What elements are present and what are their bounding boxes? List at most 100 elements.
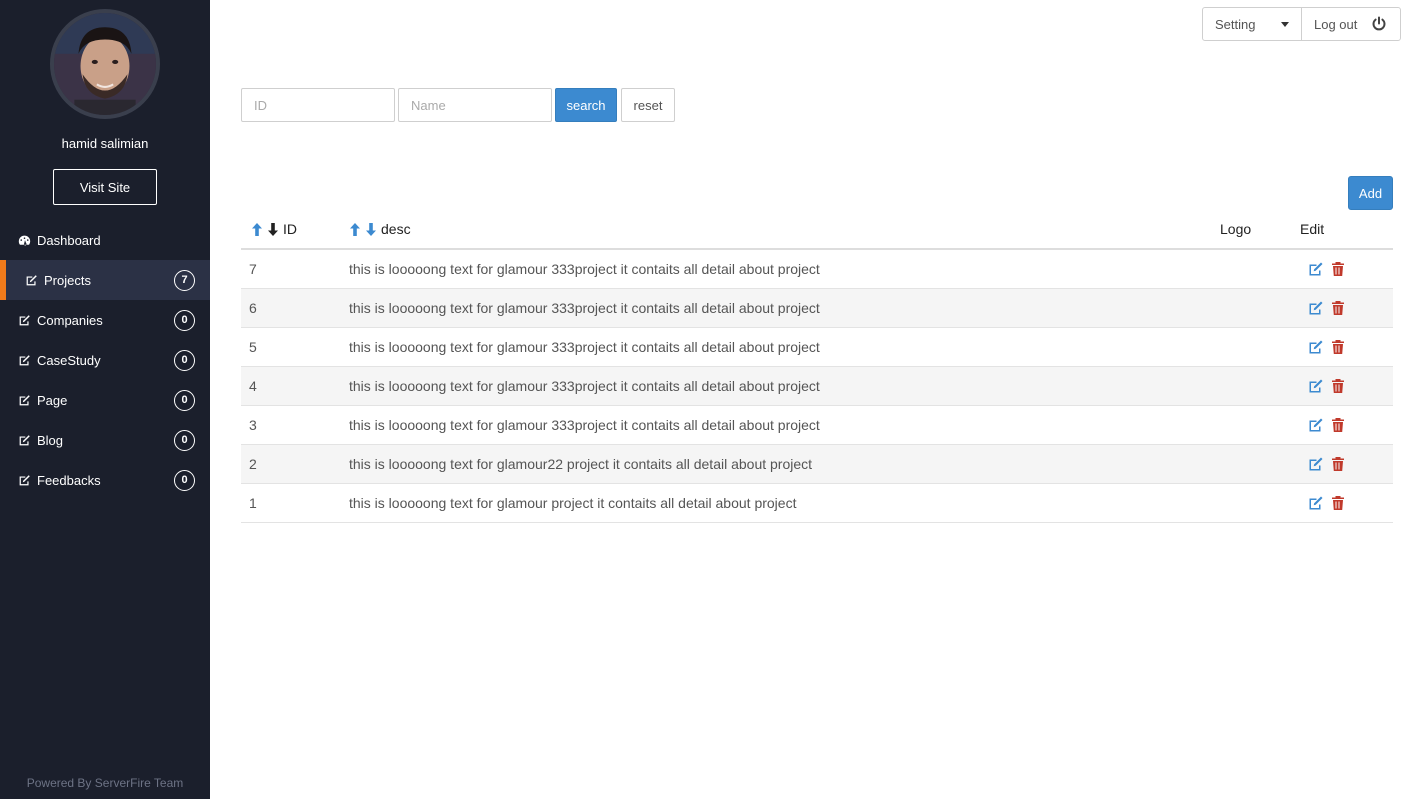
row-desc: this is looooong text for glamour 333pro… [349, 261, 820, 277]
table-row: 3 this is looooong text for glamour 333p… [241, 406, 1393, 445]
sidebar-item-dashboard[interactable]: Dashboard [0, 220, 210, 260]
edit-icon [17, 353, 31, 367]
sidebar-item-feedbacks[interactable]: Feedbacks 0 [0, 460, 210, 500]
sidebar-item-blog[interactable]: Blog 0 [0, 420, 210, 460]
table-row: 4 this is looooong text for glamour 333p… [241, 367, 1393, 406]
add-button[interactable]: Add [1348, 176, 1393, 210]
sidebar-nav: Dashboard Projects 7 Companies 0 CaseStu… [0, 220, 210, 500]
row-desc: this is looooong text for glamour 333pro… [349, 378, 820, 394]
trash-icon[interactable] [1330, 339, 1346, 355]
name-search-input[interactable] [398, 88, 552, 122]
trash-icon[interactable] [1330, 417, 1346, 433]
trash-icon[interactable] [1330, 456, 1346, 472]
logout-button[interactable]: Log out [1302, 8, 1400, 40]
row-actions [1308, 261, 1393, 277]
count-badge: 0 [174, 309, 195, 331]
search-form: search reset [241, 88, 675, 122]
logout-label: Log out [1314, 16, 1358, 32]
row-id: 1 [249, 495, 257, 511]
count-badge: 0 [174, 389, 195, 411]
trash-icon[interactable] [1330, 495, 1346, 511]
edit-icon [17, 473, 31, 487]
sidebar-item-label: CaseStudy [37, 352, 101, 368]
table-row: 5 this is looooong text for glamour 333p… [241, 328, 1393, 367]
count-badge: 0 [174, 469, 195, 491]
sort-down-icon[interactable] [267, 222, 279, 237]
table-row: 1 this is looooong text for glamour proj… [241, 484, 1393, 523]
sort-down-icon[interactable] [365, 222, 377, 237]
row-id: 2 [249, 456, 257, 472]
setting-label: Setting [1215, 16, 1256, 32]
sort-up-icon[interactable] [251, 222, 263, 237]
trash-icon[interactable] [1330, 300, 1346, 316]
row-desc: this is looooong text for glamour projec… [349, 495, 797, 511]
sidebar: hamid salimian Visit Site Dashboard Proj… [0, 0, 210, 799]
id-header-label: ID [283, 221, 297, 237]
edit-column-header: Edit [1300, 221, 1325, 237]
username: hamid salimian [61, 136, 149, 151]
edit-icon[interactable] [1308, 339, 1324, 355]
table-row: 6 this is looooong text for glamour 333p… [241, 289, 1393, 328]
table-row: 2 this is looooong text for glamour22 pr… [241, 445, 1393, 484]
sidebar-item-companies[interactable]: Companies 0 [0, 300, 210, 340]
caret-down-icon [1281, 22, 1289, 27]
avatar[interactable] [50, 9, 160, 119]
logo-column-header: Logo [1220, 221, 1252, 237]
sort-up-icon[interactable] [349, 222, 361, 237]
row-desc: this is looooong text for glamour 333pro… [349, 300, 820, 316]
topbar: Setting Log out [1202, 7, 1401, 41]
trash-icon[interactable] [1330, 261, 1346, 277]
row-id: 4 [249, 378, 257, 394]
edit-icon [17, 393, 31, 407]
sidebar-item-label: Feedbacks [37, 472, 101, 488]
sidebar-item-label: Companies [37, 312, 103, 328]
reset-button[interactable]: reset [621, 88, 675, 122]
sidebar-item-label: Blog [37, 432, 64, 448]
row-actions [1308, 378, 1393, 394]
id-column-header[interactable]: ID [241, 221, 341, 237]
row-actions [1308, 300, 1393, 316]
row-actions [1308, 339, 1393, 355]
trash-icon[interactable] [1330, 378, 1346, 394]
edit-icon [24, 273, 38, 287]
sidebar-item-page[interactable]: Page 0 [0, 380, 210, 420]
edit-icon[interactable] [1308, 456, 1324, 472]
edit-icon[interactable] [1308, 261, 1324, 277]
dashboard-icon [17, 233, 31, 247]
edit-icon[interactable] [1308, 417, 1324, 433]
row-desc: this is looooong text for glamour 333pro… [349, 417, 820, 433]
row-desc: this is looooong text for glamour22 proj… [349, 456, 813, 472]
desc-header-label: desc [381, 221, 411, 237]
power-icon [1372, 16, 1386, 31]
sidebar-item-label: Projects [44, 272, 91, 288]
edit-icon[interactable] [1308, 495, 1324, 511]
avatar-image [54, 13, 156, 115]
projects-table: ID desc Logo Edit 7 this is looooong tex… [241, 210, 1393, 523]
count-badge: 0 [174, 349, 195, 371]
visit-site-button[interactable]: Visit Site [53, 169, 157, 205]
search-button[interactable]: search [555, 88, 617, 122]
row-desc: this is looooong text for glamour 333pro… [349, 339, 820, 355]
sidebar-item-projects[interactable]: Projects 7 [0, 260, 210, 300]
row-actions [1308, 456, 1393, 472]
edit-icon [17, 313, 31, 327]
edit-icon[interactable] [1308, 300, 1324, 316]
sidebar-item-casestudy[interactable]: CaseStudy 0 [0, 340, 210, 380]
desc-column-header[interactable]: desc [341, 221, 1220, 237]
powered-by-footer: Powered By ServerFire Team [26, 776, 184, 790]
edit-icon[interactable] [1308, 378, 1324, 394]
row-id: 3 [249, 417, 257, 433]
row-actions [1308, 417, 1393, 433]
count-badge: 0 [174, 429, 195, 451]
table-row: 7 this is looooong text for glamour 333p… [241, 250, 1393, 289]
sidebar-item-label: Page [37, 392, 68, 408]
count-badge: 7 [174, 269, 195, 291]
edit-icon [17, 433, 31, 447]
row-actions [1308, 495, 1393, 511]
table-header: ID desc Logo Edit [241, 210, 1393, 250]
setting-dropdown[interactable]: Setting [1203, 8, 1302, 40]
row-id: 7 [249, 261, 257, 277]
sidebar-item-label: Dashboard [37, 232, 101, 248]
row-id: 6 [249, 300, 257, 316]
id-search-input[interactable] [241, 88, 395, 122]
